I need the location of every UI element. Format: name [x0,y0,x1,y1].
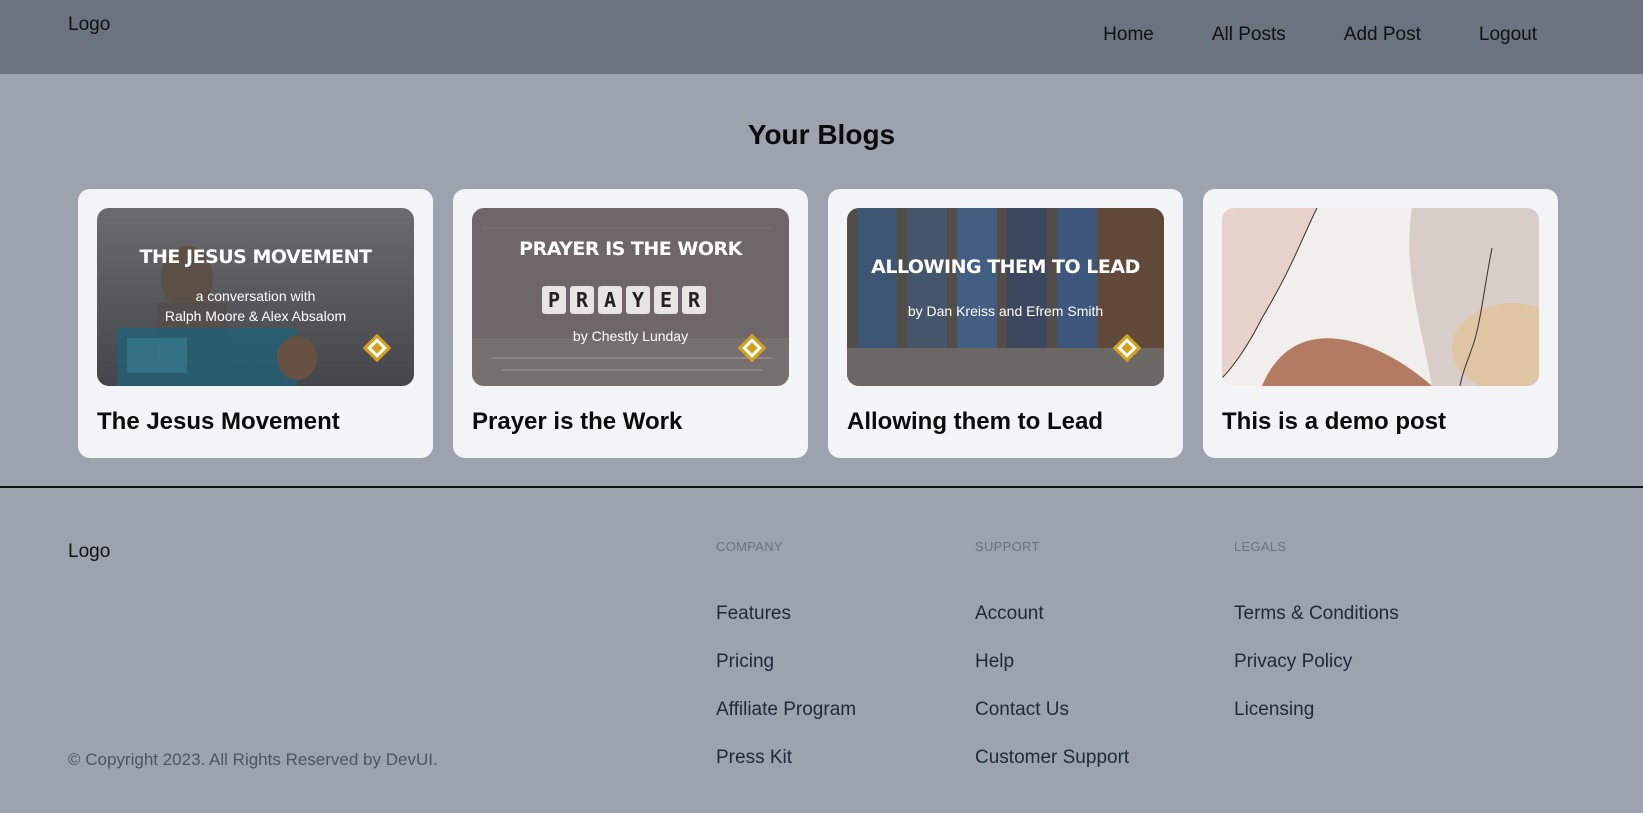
footer-column-heading: LEGALS [1234,539,1287,554]
blog-card-title[interactable]: This is a demo post [1222,408,1446,436]
nav-all-posts-link[interactable]: All Posts [1212,24,1286,46]
letter-tile: E [654,286,678,314]
copyright-text: © Copyright 2023. All Rights Reserved by… [68,750,438,769]
footer-column-heading: SUPPORT [975,539,1040,554]
thumb-subtext: a conversation with [195,288,316,304]
navbar: Logo Home All Posts Add Post Logout [0,0,1643,74]
page-title: Your Blogs [747,119,896,150]
thumb-heading: ALLOWING THEM TO LEAD [871,256,1140,278]
footer-link-terms[interactable]: Terms & Conditions [1234,604,1494,652]
blog-card[interactable]: THE JESUS MOVEMENT a conversation with R… [78,189,433,458]
footer-link-privacy-policy[interactable]: Privacy Policy [1234,652,1494,700]
nav-logo[interactable]: Logo [68,14,110,36]
nav-logout-link[interactable]: Logout [1479,24,1537,46]
letter-tile: Y [626,286,650,314]
footer-column-company: COMPANY Features Pricing Affiliate Progr… [716,539,856,768]
footer-column-heading: COMPANY [716,539,783,554]
footer-link-help[interactable]: Help [975,652,1235,700]
thumb-subtext: Ralph Moore & Alex Absalom [164,308,347,324]
thumb-subtext: by Chestly Lunday [572,328,689,344]
blog-card-image [1222,208,1539,386]
nav-home-link[interactable]: Home [1103,24,1154,46]
footer-column-legals: LEGALS Terms & Conditions Privacy Policy… [1234,539,1399,720]
letter-tile: P [542,286,566,314]
blog-card-title[interactable]: Prayer is the Work [472,408,682,436]
footer-link-list: Features Pricing Affiliate Program Press… [716,604,976,796]
footer-logo[interactable]: Logo [68,541,110,563]
footer-link-customer-support[interactable]: Customer Support [975,748,1235,796]
footer-column-support: SUPPORT Account Help Contact Us Customer… [975,539,1129,768]
footer-link-features[interactable]: Features [716,604,976,652]
footer-link-contact-us[interactable]: Contact Us [975,700,1235,748]
nav-add-post-link[interactable]: Add Post [1344,24,1421,46]
footer-link-pricing[interactable]: Pricing [716,652,976,700]
blog-card-title[interactable]: The Jesus Movement [97,408,340,436]
prayer-letter-tiles: P R A Y E R [542,286,706,314]
nav-links: Home All Posts Add Post Logout [1103,24,1537,46]
footer-link-affiliate-program[interactable]: Affiliate Program [716,700,976,748]
blog-card[interactable]: This is a demo post [1203,189,1558,458]
blog-card-image: THE JESUS MOVEMENT a conversation with R… [97,208,414,386]
footer-link-press-kit[interactable]: Press Kit [716,748,976,796]
blog-card[interactable]: ALLOWING THEM TO LEAD by Dan Kreiss and … [828,189,1183,458]
blog-card-image: ALLOWING THEM TO LEAD by Dan Kreiss and … [847,208,1164,386]
blog-card-list: THE JESUS MOVEMENT a conversation with R… [78,189,1558,458]
footer-link-list: Terms & Conditions Privacy Policy Licens… [1234,604,1494,748]
blog-card-title[interactable]: Allowing them to Lead [847,408,1103,436]
footer-link-licensing[interactable]: Licensing [1234,700,1494,748]
footer-link-account[interactable]: Account [975,604,1235,652]
letter-tile: A [598,286,622,314]
footer-link-list: Account Help Contact Us Customer Support [975,604,1235,796]
footer-divider [0,486,1643,488]
letter-tile: R [570,286,594,314]
thumb-subtext: by Dan Kreiss and Efrem Smith [907,303,1104,319]
thumb-heading: PRAYER IS THE WORK [519,238,742,260]
letter-tile: R [682,286,706,314]
thumb-heading: THE JESUS MOVEMENT [139,246,372,268]
blog-card-image: PRAYER IS THE WORK P R A Y E R by Chestl… [472,208,789,386]
blog-card[interactable]: PRAYER IS THE WORK P R A Y E R by Chestl… [453,189,808,458]
